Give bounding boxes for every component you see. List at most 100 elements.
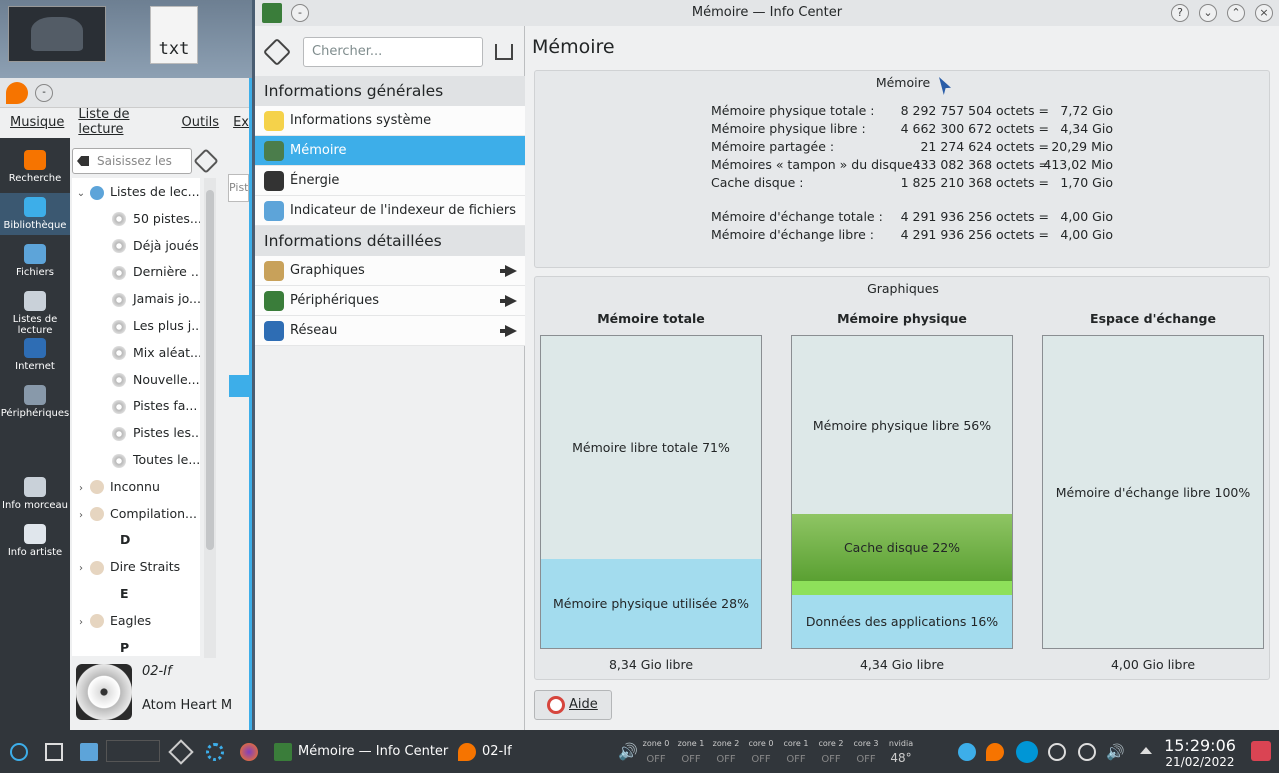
memory-row: Mémoire physique libre : 4 662 300 672 oc… [711, 121, 1113, 137]
sensor-widget[interactable]: zone 1 OFF [676, 738, 706, 766]
tree-item[interactable]: Les plus j... [72, 312, 200, 339]
module-item[interactable]: Périphériques [255, 286, 525, 316]
tree-item[interactable]: Toutes le... [72, 446, 200, 473]
tree-item[interactable]: Jamais jo... [72, 285, 200, 312]
sidebar-item-4[interactable]: Internet [0, 334, 70, 376]
app-launcher-icon[interactable] [10, 743, 28, 761]
tree-item[interactable]: Dernière ... [72, 258, 200, 285]
graph-footer: 4,00 Gio libre [1110, 657, 1196, 672]
module-item[interactable]: Réseau [255, 316, 525, 346]
play-indicator-icon[interactable] [229, 375, 249, 397]
amarok-menu-item[interactable]: Ex [233, 115, 249, 130]
minimize-button[interactable]: ⌄ [1199, 4, 1217, 22]
volume-icon[interactable]: 🔊 [618, 743, 638, 761]
sensor-widget[interactable]: zone 2 OFF [711, 738, 741, 766]
task-button[interactable]: Mémoire — Info Center [270, 738, 448, 766]
tree-item[interactable]: 50 pistes... [72, 205, 200, 232]
tree-item[interactable]: › Inconnu [72, 473, 200, 500]
sidebar-item-2[interactable]: Fichiers [0, 240, 70, 282]
module-item[interactable]: Indicateur de l'indexeur de fichiers [255, 196, 525, 226]
module-item[interactable]: Mémoire [255, 136, 525, 166]
sidebar-item-6[interactable]: Info morceau [0, 473, 70, 515]
close-button[interactable]: × [1255, 4, 1273, 22]
memory-row-label: Mémoire physique libre : [711, 121, 866, 136]
amarok-menu-item[interactable]: Musique [10, 115, 64, 130]
sensor-widget[interactable]: core 2 OFF [816, 738, 846, 766]
network-tray-icon[interactable] [1078, 743, 1096, 761]
tree-item-label: Toutes le... [133, 452, 200, 467]
expand-chevron-icon[interactable]: › [72, 555, 90, 580]
tree-item[interactable]: Pistes fa... [72, 392, 200, 419]
file-manager-icon[interactable] [80, 743, 98, 761]
amarok-tray-icon[interactable] [986, 743, 1004, 761]
sensor-widget[interactable]: core 0 OFF [746, 738, 776, 766]
sidebar-item-1[interactable]: Bibliothèque [0, 193, 70, 235]
sensor-widget[interactable]: core 3 OFF [851, 738, 881, 766]
show-desktop-icon[interactable] [45, 743, 63, 761]
expand-chevron-icon[interactable]: › [72, 609, 90, 634]
pager-icon[interactable] [106, 740, 160, 762]
tree-item[interactable]: E [72, 580, 200, 607]
module-item-label: Informations système [290, 113, 432, 128]
tree-item[interactable]: D [72, 526, 200, 553]
amarok-menu-button[interactable]: - [35, 84, 53, 102]
system-settings-icon[interactable] [206, 743, 224, 761]
settings-tool-icon[interactable] [193, 148, 219, 174]
tree-item[interactable]: Nouvelle... [72, 366, 200, 393]
playlist-tab-stub[interactable]: Pist [228, 174, 249, 202]
tree-item[interactable]: › Eagles [72, 607, 200, 634]
maximize-button[interactable]: ⌃ [1227, 4, 1245, 22]
sidebar-item-7[interactable]: Info artiste [0, 520, 70, 562]
graph-title: Espace d'échange [1090, 311, 1216, 326]
clock-time[interactable]: 15:29:06 [1160, 736, 1240, 755]
audio-tray-icon[interactable]: 🔊 [1106, 743, 1125, 761]
help-button[interactable]: Aide [534, 690, 612, 720]
module-item[interactable]: Énergie [255, 166, 525, 196]
tree-item[interactable]: Déjà joués [72, 232, 200, 259]
tree-item[interactable]: › Dire Straits [72, 553, 200, 580]
album-cover-icon[interactable] [76, 664, 132, 720]
hp-tray-icon[interactable] [1016, 741, 1038, 763]
infocenter-icon [274, 743, 292, 761]
window-menu-button[interactable]: - [291, 4, 309, 22]
sensor-widget[interactable]: nvidia 48° [886, 738, 916, 764]
playlist-disc-icon [112, 373, 126, 388]
tree-item[interactable]: ⌄ Listes de lec... [72, 178, 200, 205]
tools-icon[interactable] [168, 739, 194, 765]
expand-chevron-icon[interactable]: ⌄ [72, 180, 90, 205]
memory-row-value: 4,00 Gio [1060, 209, 1113, 224]
amarok-menu-item[interactable]: Liste de lecture [78, 107, 167, 137]
tray-expand-icon[interactable] [1140, 747, 1152, 754]
power-icon[interactable] [1251, 741, 1271, 761]
expand-chevron-icon[interactable]: › [72, 502, 90, 527]
sidebar-item-3[interactable]: Listes de lecture [0, 287, 70, 340]
scrollbar-thumb[interactable] [206, 190, 214, 550]
sensor-widget[interactable]: core 1 OFF [781, 738, 811, 766]
module-item[interactable]: Graphiques [255, 256, 525, 286]
amarok-menu-item[interactable]: Outils [182, 115, 220, 130]
sidebar-item-0[interactable]: Recherche [0, 146, 70, 188]
clock-date[interactable]: 21/02/2022 [1160, 755, 1240, 769]
clear-search-icon[interactable] [77, 156, 89, 166]
firefox-icon[interactable] [240, 743, 258, 761]
sensor-widget[interactable]: zone 0 OFF [641, 738, 671, 766]
tree-item[interactable]: Mix aléat... [72, 339, 200, 366]
text-file-icon[interactable]: txt [150, 6, 198, 64]
module-search-input[interactable]: Chercher... [303, 37, 483, 67]
help-icon[interactable]: ? [1171, 4, 1189, 22]
tree-item[interactable]: Pistes les... [72, 419, 200, 446]
tree-item[interactable]: › Compilation... [72, 500, 200, 527]
sidebar-item-5[interactable]: Périphériques [0, 381, 70, 423]
media-play-icon[interactable] [1048, 743, 1066, 761]
collection-search-input[interactable]: Saisissez les t... [72, 148, 192, 192]
task-button[interactable]: 02-If [454, 738, 512, 766]
tree-scrollbar[interactable] [204, 178, 216, 658]
info-tray-icon[interactable] [958, 743, 976, 761]
home-icon[interactable] [495, 44, 513, 60]
amarok-icon [458, 743, 476, 761]
configure-icon[interactable] [262, 37, 292, 67]
desktop-thumbnail[interactable] [8, 6, 106, 62]
expand-chevron-icon[interactable]: › [72, 475, 90, 500]
module-item[interactable]: Informations système [255, 106, 525, 136]
tree-item[interactable]: P [72, 634, 200, 656]
